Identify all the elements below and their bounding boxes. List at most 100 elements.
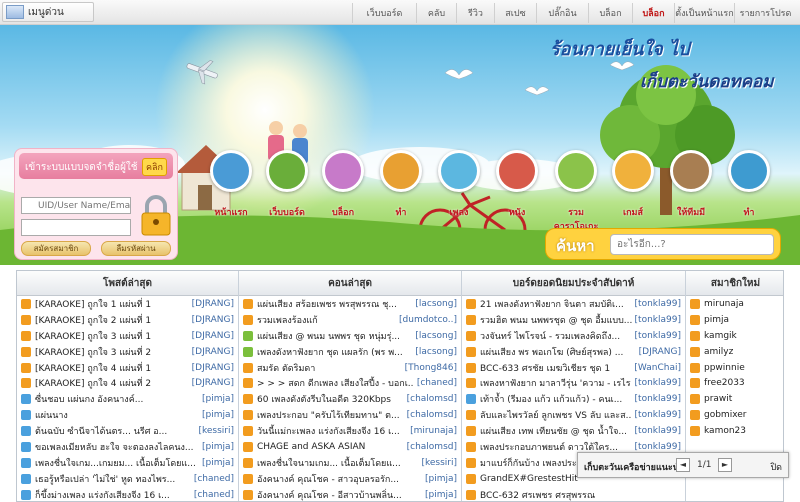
list-item[interactable]: ซื่นชอบ แผ่นกง อังคนางค์... [pimja] (17, 391, 238, 407)
list-item[interactable]: [KARAOKE] ถูกใจ 4 แผ่นที่ 1 [DJRANG] (17, 360, 238, 376)
item-title[interactable]: mirunaja (704, 299, 783, 309)
uid-input[interactable] (21, 197, 131, 214)
category-blog[interactable]: บล็อก (318, 150, 368, 220)
item-title[interactable]: kamon23 (704, 426, 783, 436)
item-title[interactable]: รวมเพลงร้องแก้ (257, 313, 396, 327)
category-music[interactable]: เพลง (434, 150, 484, 220)
forgot-password-button[interactable]: ลืมรหัสผ่าน (101, 241, 171, 256)
list-item[interactable]: แผ่นเสียง สร้อยเพชร พรสุพรรณ ชุ... [lacso… (239, 296, 461, 312)
item-user[interactable]: [pimja] (199, 394, 238, 404)
item-user[interactable]: [pimja] (199, 442, 238, 452)
list-item[interactable]: BCC-632 ศรเพชร ศรสุพรรณ (462, 487, 685, 501)
list-item[interactable]: วันนี้แม่กะเพลง แร่งกังเสียงจีง 16 เ...[… (239, 423, 461, 439)
item-title[interactable]: วันนี้แม่กะเพลง แร่งกังเสียงจีง 16 เ... (257, 424, 407, 438)
item-title[interactable]: เท้าจ้ำ (รีมอง แก้ว แก้วแก้ว) - คนเ... (480, 392, 632, 406)
item-title[interactable]: อังคนางค์ คุณโชค - สาวอุบลรอรัก... (257, 472, 422, 486)
list-item[interactable]: [KARAOKE] ถูกใจ 2 แผ่นที่ 1 [DJRANG] (17, 312, 238, 328)
item-title[interactable]: วงจันทร์ ไพโรจน์ - รวมเพลงคิดถึง... (480, 329, 632, 343)
item-title[interactable]: [KARAOKE] ถูกใจ 4 แผ่นที่ 1 (35, 361, 189, 375)
item-user[interactable]: [pimja] (199, 458, 238, 468)
item-title[interactable]: BCC-632 ศรเพชร ศรสุพรรณ (480, 488, 685, 501)
item-title[interactable]: [KARAOKE] ถูกใจ 4 แผ่นที่ 2 (35, 376, 189, 390)
list-item[interactable]: แผ่นเสียง @ พนม นพพร ชุด หนุ่มรุ่... [lac… (239, 328, 461, 344)
list-item[interactable]: ขอเพลงเมียหลับ ฮะใจ จะตองลงไลคนง... [pimj… (17, 439, 238, 455)
nav-club[interactable]: คลับ (416, 3, 456, 23)
item-user[interactable]: [Thong846] (402, 363, 461, 373)
item-title[interactable]: เธอรู้หรือเปล่า 'ไม่ใช่' หูด ทองไพร... (35, 472, 191, 486)
category-karaoke[interactable]: รวมคาราโอเกะ (548, 150, 604, 232)
item-title[interactable]: อังคนางค์ คุณโชค - อีสาวบ้านพลิ่น... (257, 488, 422, 501)
nav-plugin[interactable]: ปลั๊กอิน (536, 3, 588, 23)
password-input[interactable] (21, 219, 131, 236)
list-item[interactable]: [KARAOKE] ถูกใจ 4 แผ่นที่ 2 [DJRANG] (17, 375, 238, 391)
list-item[interactable]: แผ่นนาง [pimja] (17, 407, 238, 423)
item-title[interactable]: 60 เพลงดังตังรีบในอดีต 320Kbps (257, 392, 404, 406)
list-item[interactable]: เท้าจ้ำ (รีมอง แก้ว แก้วแก้ว) - คนเ... [t… (462, 391, 685, 407)
item-user[interactable]: [tonkla99] (632, 410, 685, 420)
item-title[interactable]: ppwinnie (704, 363, 783, 373)
list-item[interactable]: รวมเพลงร้องแก้ [dumdotco..] (239, 312, 461, 328)
item-user[interactable]: [chaned] (191, 490, 238, 500)
item-user[interactable]: [dumdotco..] (396, 315, 461, 325)
category-games[interactable]: เกมส์ (608, 150, 658, 220)
item-title[interactable]: pimja (704, 315, 783, 325)
item-title[interactable]: [KARAOKE] ถูกใจ 2 แผ่นที่ 1 (35, 313, 189, 327)
nav-webboard[interactable]: เว็บบอร์ด (352, 3, 416, 23)
search-input[interactable] (610, 234, 774, 255)
list-item[interactable]: รวมฮิต พนม นพพรชุด @ ชุด อื้มแบบ... [tonk… (462, 312, 685, 328)
item-title[interactable]: CHAGE and ASKA ASIAN (257, 442, 404, 452)
list-item[interactable]: 21 เพลงดังหาฟังยาก จินตา สมบัติเ... [tonk… (462, 296, 685, 312)
item-title[interactable]: เพลงดังหาฟังยาก ชุด แผลรัก (พร พ... (257, 345, 412, 359)
item-title[interactable]: แผ่นเสียง พร พอเกโฆ (ศิษย์สุรพล) ... (480, 345, 636, 359)
item-user[interactable]: [pimja] (422, 490, 461, 500)
item-title[interactable]: เพลงชื่นใจนามเกม... เนื้อเต็มโดยแ... (257, 456, 418, 470)
next-page-button[interactable]: ► (718, 458, 732, 472)
item-title[interactable]: ก็ขึ้งม่างเพลง แร่งกังเสียงจีง 16 เ... (35, 488, 191, 501)
list-item[interactable]: amilyz (686, 344, 783, 360)
item-title[interactable]: แผ่นเสียง @ พนม นพพร ชุด หนุ่มรุ่... (257, 329, 412, 343)
item-user[interactable]: [mirunaja] (407, 426, 461, 436)
nav-set-homepage[interactable]: ตั้งเป็นหน้าแรก (674, 3, 734, 23)
item-title[interactable]: > > > สดก ดีกเพลง เสียงใสปี้ง - บอกเ... (257, 376, 414, 390)
list-item[interactable]: [KARAOKE] ถูกใจ 3 แผ่นที่ 1 [DJRANG] (17, 328, 238, 344)
item-user[interactable]: [chalomsd] (404, 442, 461, 452)
list-item[interactable]: แผ่นเสียง เทพ เทียนชัย @ ชุด น้ำใจ... [to… (462, 423, 685, 439)
item-user[interactable]: [DJRANG] (636, 347, 685, 357)
list-item[interactable]: mirunaja (686, 296, 783, 312)
item-user[interactable]: [pimja] (199, 410, 238, 420)
item-title[interactable]: prawit (704, 394, 783, 404)
item-user[interactable]: [kessiri] (195, 426, 238, 436)
item-title[interactable]: แผ่นเสียง สร้อยเพชร พรสุพรรณ ชุ... (257, 297, 412, 311)
item-title[interactable]: เพลงประกอบ "ครับไร้เทียมทาน" ต... (257, 408, 404, 422)
list-item[interactable]: > > > สดก ดีกเพลง เสียงใสปี้ง - บอกเ...[… (239, 375, 461, 391)
item-title[interactable]: แผ่นเสียง เทพ เทียนชัย @ ชุด น้ำใจ... (480, 424, 632, 438)
list-item[interactable]: ลับและไพรวัลย์ ลูกเพชร VS ลับ และส... [to… (462, 407, 685, 423)
nav-review[interactable]: รีวิว (456, 3, 494, 23)
nav-blog[interactable]: บล็อก (588, 3, 632, 23)
item-title[interactable]: รวมฮิต พนม นพพรชุด @ ชุด อื้มแบบ... (480, 313, 632, 327)
item-user[interactable]: [chaned] (414, 378, 461, 388)
item-title[interactable]: 21 เพลงดังหาฟังยาก จินตา สมบัติเ... (480, 297, 632, 311)
item-title[interactable]: [KARAOKE] ถูกใจ 3 แผ่นที่ 2 (35, 345, 189, 359)
list-item[interactable]: สมรัด ตัดริมดา [Thong846] (239, 360, 461, 376)
item-user[interactable]: [lacsong] (412, 331, 461, 341)
item-user[interactable]: [tonkla99] (632, 442, 685, 452)
item-title[interactable]: kamgik (704, 331, 783, 341)
nav-favorites[interactable]: รายการโปรด (734, 3, 796, 23)
list-item[interactable]: เพลงประกอบ "ครับไร้เทียมทาน" ต... [chalom… (239, 407, 461, 423)
item-user[interactable]: [pimja] (422, 474, 461, 484)
list-item[interactable]: เพลงดังหาฟังยาก ชุด แผลรัก (พร พ... [lacs… (239, 344, 461, 360)
list-item[interactable]: แผ่นเสียง พร พอเกโฆ (ศิษย์สุรพล) ... [DJR… (462, 344, 685, 360)
item-user[interactable]: [lacsong] (412, 299, 461, 309)
item-user[interactable]: [DJRANG] (189, 363, 238, 373)
list-item[interactable]: free2033 (686, 375, 783, 391)
item-title[interactable]: free2033 (704, 378, 783, 388)
item-user[interactable]: [lacsong] (412, 347, 461, 357)
item-user[interactable]: [tonkla99] (632, 315, 685, 325)
list-item[interactable]: อังคนางค์ คุณโชค - อีสาวบ้านพลิ่น... [pim… (239, 487, 461, 501)
category-webboard[interactable]: เว็บบอร์ด (262, 150, 312, 220)
list-item[interactable]: วงจันทร์ ไพโรจน์ - รวมเพลงคิดถึง... [tonk… (462, 328, 685, 344)
item-title[interactable]: ซื่นชอบ แผ่นกง อังคนางค์... (35, 392, 199, 406)
list-item[interactable]: gobmixer (686, 407, 783, 423)
item-title[interactable]: ลับและไพรวัลย์ ลูกเพชร VS ลับ และส... (480, 408, 632, 422)
